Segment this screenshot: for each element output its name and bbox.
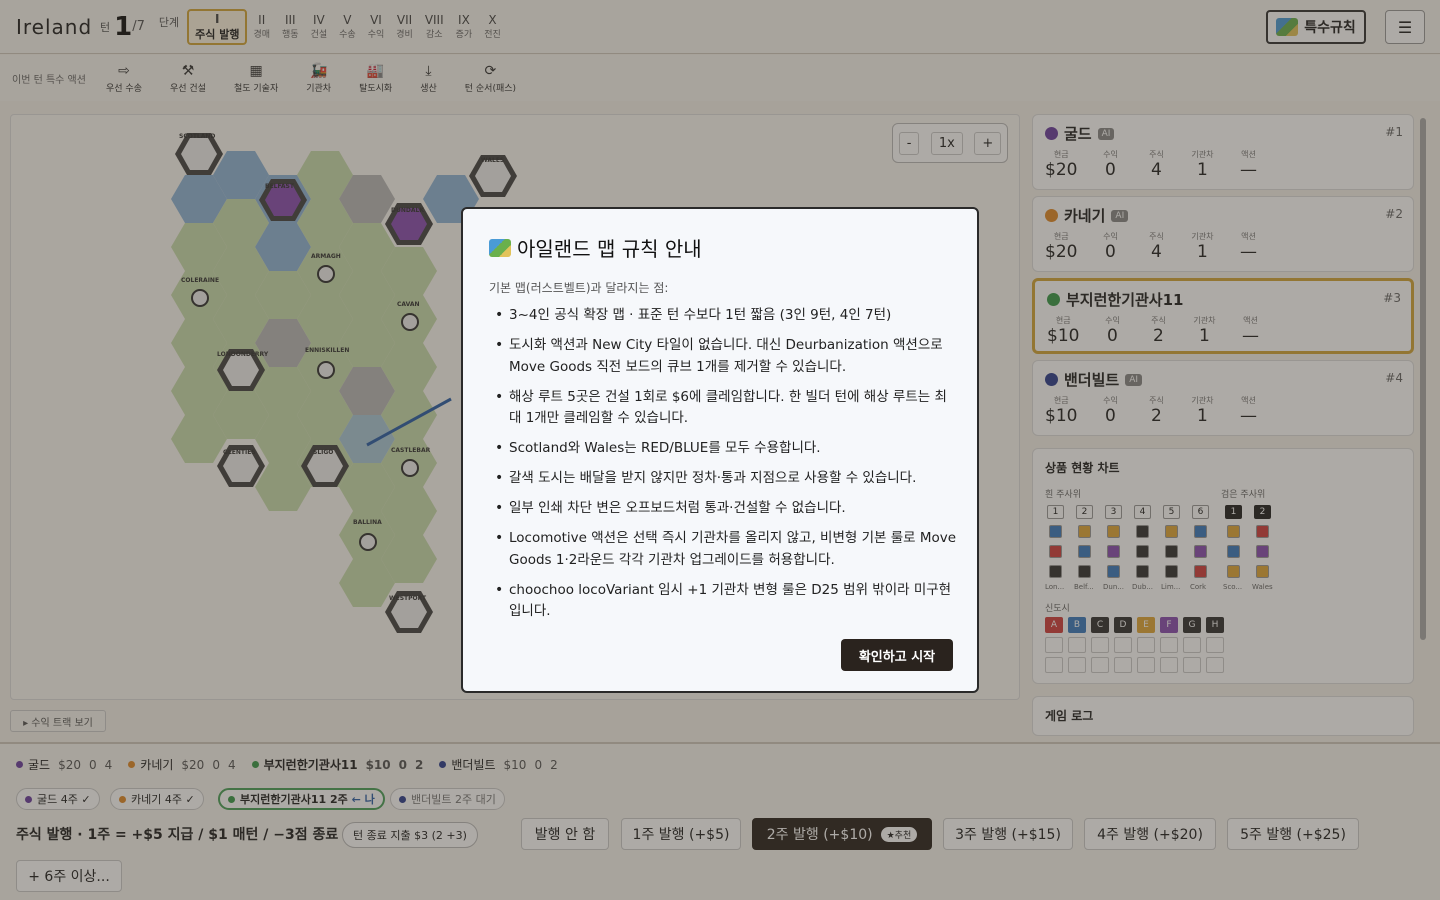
rules-list: 3~4인 공식 확장 맵 · 표준 턴 수보다 1턴 짧음 (3인 9턴, 4인… — [489, 305, 959, 631]
rule-item: 해상 루트 5곳은 건설 1회로 $6에 클레임합니다. 한 빌더 턴에 해상 … — [489, 387, 959, 430]
confirm-start-button[interactable]: 확인하고 시작 — [841, 639, 953, 671]
rule-item: choochoo locoVariant 임시 +1 기관차 변형 룰은 D25… — [489, 580, 959, 623]
rule-item: Locomotive 액션은 선택 즉시 기관차를 올리지 않고, 비변형 기본… — [489, 528, 959, 571]
map-icon — [489, 238, 511, 257]
rule-item: 갈색 도시는 배달을 받지 않지만 정차·통과 지점으로 사용할 수 있습니다. — [489, 468, 959, 490]
rule-item: Scotland와 Wales는 RED/BLUE를 모두 수용합니다. — [489, 438, 959, 460]
app-root: Ireland 턴 1 /7 단계 I 주식 발행 II 경매 III 행동 IV 건설… — [0, 0, 1440, 900]
modal-title-text: 아일랜드 맵 규칙 안내 — [517, 237, 702, 261]
rule-item: 도시화 액션과 New City 타일이 없습니다. 대신 Deurbaniza… — [489, 335, 959, 378]
rule-item: 일부 인쇄 차단 변은 오프보드처럼 통과·건설할 수 없습니다. — [489, 498, 959, 520]
rule-item: 3~4인 공식 확장 맵 · 표준 턴 수보다 1턴 짧음 (3인 9턴, 4인… — [489, 305, 959, 327]
modal-title: 아일랜드 맵 규칙 안내 — [489, 233, 702, 262]
modal-subtitle: 기본 맵(러스트벨트)과 달라지는 점: — [489, 281, 669, 295]
rules-modal: 아일랜드 맵 규칙 안내 기본 맵(러스트벨트)과 달라지는 점: 3~4인 공… — [461, 207, 979, 693]
